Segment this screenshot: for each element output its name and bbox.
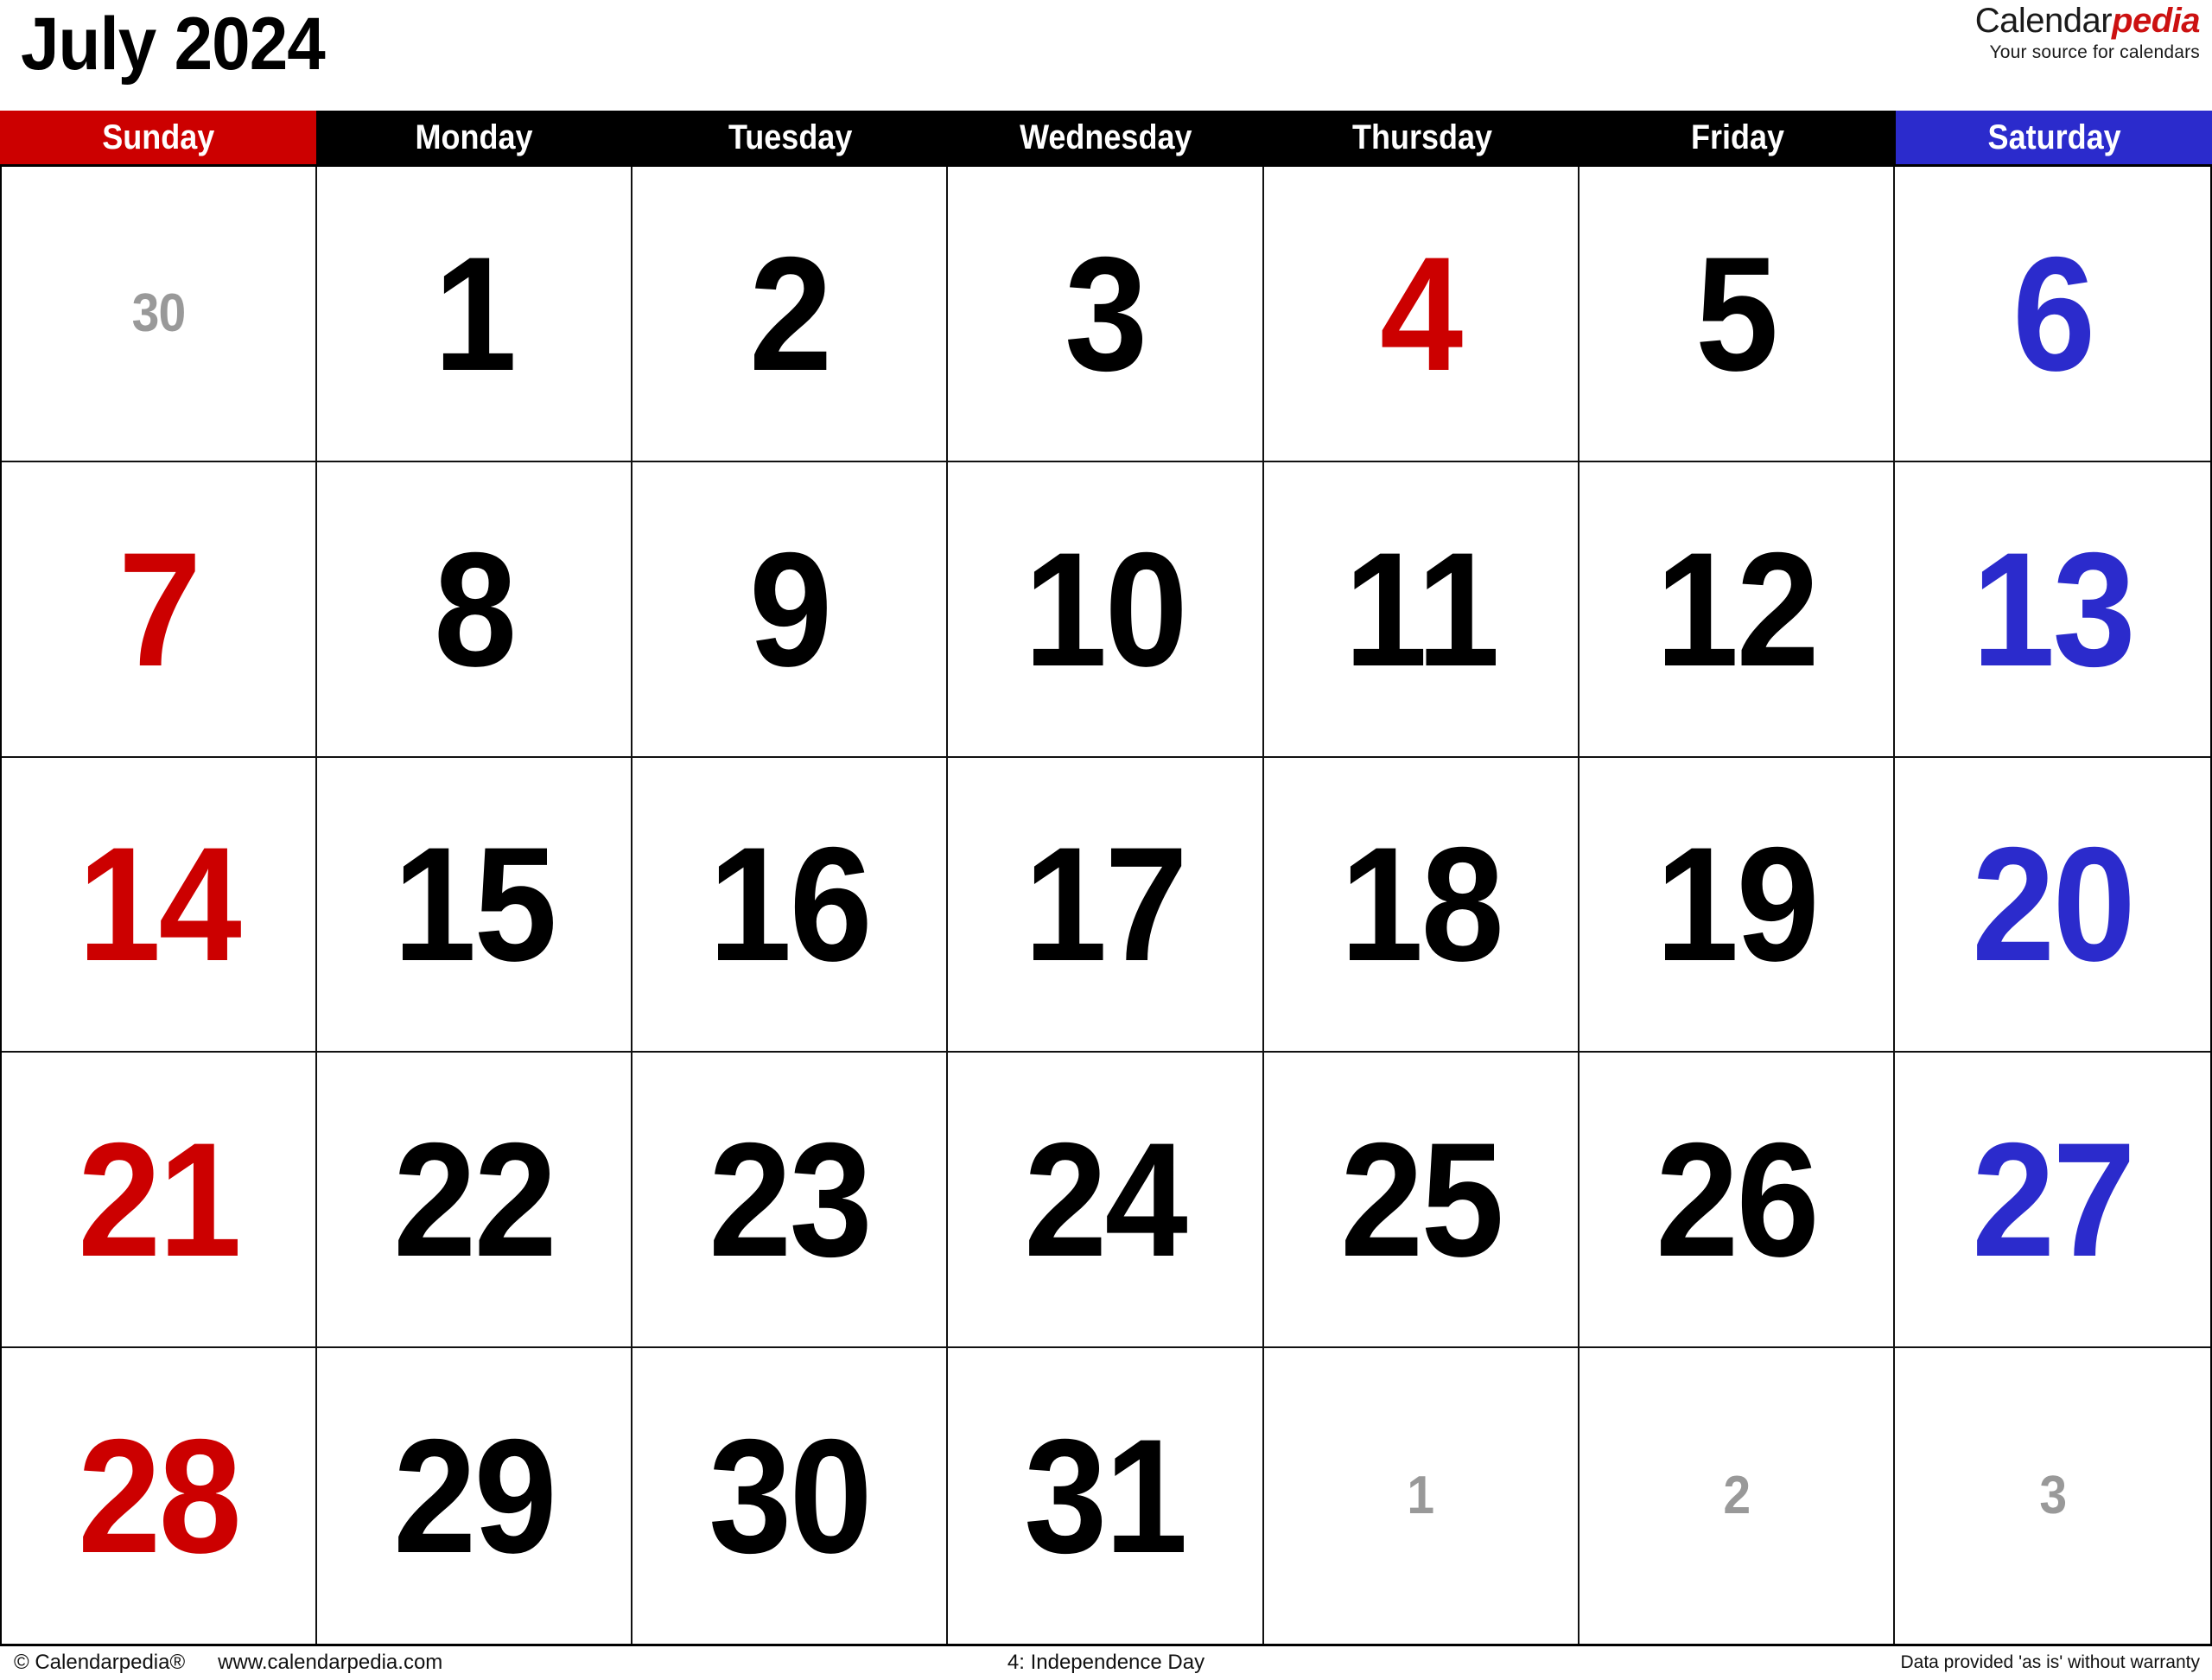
day-number: 25 xyxy=(1339,1109,1504,1291)
calendar-day-cell[interactable]: 3 xyxy=(1894,1348,2210,1644)
calendar-grid: 30 1 2 3 4 5 6 7 8 9 10 11 12 13 14 15 16 17 18 19 20 21 22 23 2… xyxy=(0,164,2212,1646)
footer-holiday-note: 4: Independence Day xyxy=(1007,1651,1205,1674)
page-header: July 2024 Calendarpedia Your source for … xyxy=(0,0,2212,111)
calendar-day-cell[interactable]: 26 xyxy=(1579,1053,1895,1349)
calendar-page: July 2024 Calendarpedia Your source for … xyxy=(0,0,2212,1680)
day-number: 31 xyxy=(1024,1405,1189,1588)
calendar-day-cell[interactable]: 4 xyxy=(1263,167,1580,462)
calendar-day-cell[interactable]: 11 xyxy=(1263,461,1580,758)
weekday-header-saturday: Saturday xyxy=(1896,111,2212,164)
day-number-out-of-month: 2 xyxy=(1722,1466,1751,1526)
calendar-day-cell[interactable]: 18 xyxy=(1263,757,1580,1053)
day-number: 28 xyxy=(78,1405,242,1588)
calendar-day-cell[interactable]: 22 xyxy=(317,1053,633,1349)
weekday-header-monday: Monday xyxy=(315,111,632,164)
day-number: 10 xyxy=(1024,518,1189,700)
weekday-label: Friday xyxy=(1691,118,1785,156)
footer-disclaimer: Data provided 'as is' without warranty xyxy=(1900,1652,2200,1672)
calendar-day-cell[interactable]: 2 xyxy=(1579,1348,1895,1644)
calendar-day-cell[interactable]: 7 xyxy=(2,461,318,758)
calendar-day-cell[interactable]: 14 xyxy=(2,757,318,1053)
day-number: 13 xyxy=(1971,518,2136,700)
day-number: 6 xyxy=(2012,222,2095,404)
day-number: 11 xyxy=(1344,518,1499,700)
weekday-header-sunday: Sunday xyxy=(0,111,316,164)
calendar-day-cell[interactable]: 19 xyxy=(1579,757,1895,1053)
day-number: 15 xyxy=(393,813,557,996)
day-number: 9 xyxy=(749,518,832,700)
calendar-day-cell[interactable]: 12 xyxy=(1579,461,1895,758)
day-number: 1 xyxy=(433,222,517,404)
weekday-header-thursday: Thursday xyxy=(1263,111,1580,164)
calendar-day-cell[interactable]: 30 xyxy=(2,167,318,462)
day-number: 22 xyxy=(393,1109,557,1291)
weekday-label: Sunday xyxy=(101,118,214,156)
brand-tagline: Your source for calendars xyxy=(1989,42,2200,62)
day-number: 19 xyxy=(1655,813,1820,996)
day-number: 4 xyxy=(1380,222,1463,404)
day-number: 16 xyxy=(709,813,873,996)
calendar-day-cell[interactable]: 13 xyxy=(1894,461,2210,758)
day-number: 14 xyxy=(78,813,242,996)
day-number: 3 xyxy=(1065,222,1147,404)
calendar-day-cell[interactable]: 30 xyxy=(632,1348,949,1644)
weekday-header-friday: Friday xyxy=(1580,111,1897,164)
calendar-day-cell[interactable]: 8 xyxy=(317,461,633,758)
calendar-day-cell[interactable]: 9 xyxy=(632,461,949,758)
calendar-day-cell[interactable]: 2 xyxy=(632,167,949,462)
day-number-out-of-month: 1 xyxy=(1407,1466,1435,1526)
brand-name-calendar: Calendar xyxy=(1974,2,2113,40)
day-number-out-of-month: 30 xyxy=(131,283,187,343)
day-number: 29 xyxy=(393,1405,557,1588)
calendar-day-cell[interactable]: 3 xyxy=(948,167,1264,462)
calendar-day-cell[interactable]: 15 xyxy=(317,757,633,1053)
calendar-day-cell[interactable]: 20 xyxy=(1894,757,2210,1053)
calendar-day-cell[interactable]: 16 xyxy=(632,757,949,1053)
day-number: 26 xyxy=(1655,1109,1820,1291)
day-number: 30 xyxy=(709,1405,873,1588)
weekday-header-row: Sunday Monday Tuesday Wednesday Thursday… xyxy=(0,111,2212,164)
day-number: 21 xyxy=(78,1109,242,1291)
calendar-day-cell[interactable]: 6 xyxy=(1894,167,2210,462)
weekday-label: Saturday xyxy=(1987,118,2121,156)
weekday-header-tuesday: Tuesday xyxy=(632,111,949,164)
day-number: 7 xyxy=(118,518,201,700)
day-number: 20 xyxy=(1971,813,2136,996)
day-number: 5 xyxy=(1695,222,1779,404)
calendar-day-cell[interactable]: 24 xyxy=(948,1053,1264,1349)
calendar-day-cell[interactable]: 1 xyxy=(1263,1348,1580,1644)
brand-name-pedia: pedia xyxy=(2112,2,2200,40)
weekday-label: Tuesday xyxy=(728,118,852,156)
page-title: July 2024 xyxy=(21,3,326,86)
calendar-day-cell[interactable]: 23 xyxy=(632,1053,949,1349)
weekday-header-wednesday: Wednesday xyxy=(948,111,1264,164)
calendar-day-cell[interactable]: 1 xyxy=(317,167,633,462)
calendar-day-cell[interactable]: 31 xyxy=(948,1348,1264,1644)
calendar-day-cell[interactable]: 29 xyxy=(317,1348,633,1644)
day-number: 27 xyxy=(1971,1109,2136,1291)
calendarpedia-logo: Calendarpedia Your source for calendars xyxy=(1974,2,2201,62)
day-number-out-of-month: 3 xyxy=(2039,1466,2067,1526)
day-number: 17 xyxy=(1024,813,1189,996)
weekday-label: Thursday xyxy=(1351,118,1492,156)
day-number: 18 xyxy=(1339,813,1504,996)
day-number: 23 xyxy=(709,1109,873,1291)
day-number: 24 xyxy=(1024,1109,1189,1291)
calendar-day-cell[interactable]: 5 xyxy=(1579,167,1895,462)
calendar-day-cell[interactable]: 27 xyxy=(1894,1053,2210,1349)
calendar-day-cell[interactable]: 28 xyxy=(2,1348,318,1644)
calendar-day-cell[interactable]: 10 xyxy=(948,461,1264,758)
page-footer: © Calendarpedia® www.calendarpedia.com 4:… xyxy=(0,1646,2212,1680)
day-number: 12 xyxy=(1655,518,1820,700)
day-number: 2 xyxy=(749,222,832,404)
weekday-label: Wednesday xyxy=(1020,118,1192,156)
weekday-label: Monday xyxy=(415,118,533,156)
calendar-day-cell[interactable]: 17 xyxy=(948,757,1264,1053)
calendar-day-cell[interactable]: 25 xyxy=(1263,1053,1580,1349)
brand-name: Calendarpedia xyxy=(1974,2,2201,40)
calendar-day-cell[interactable]: 21 xyxy=(2,1053,318,1349)
day-number: 8 xyxy=(433,518,517,700)
